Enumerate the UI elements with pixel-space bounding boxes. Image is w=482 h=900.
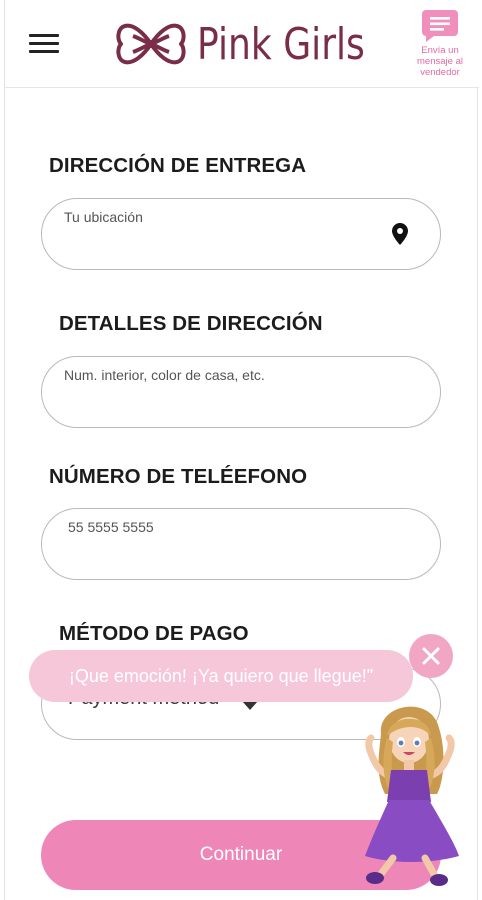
payment-method-title: MÉTODO DE PAGO [59,622,249,645]
address-details-input[interactable]: Num. interior, color de casa, etc. [41,356,441,428]
app-frame: Pink Girls Envía un mensaje al vendedor … [4,0,479,900]
address-details-title: DETALLES DE DIRECCIÓN [59,312,323,335]
menu-icon[interactable] [29,34,59,54]
bow-icon [116,23,186,65]
location-placeholder: Tu ubicación [64,209,143,225]
location-pin-icon[interactable] [392,223,408,245]
phone-placeholder: 55 5555 5555 [68,519,154,535]
phone-input[interactable]: 55 5555 5555 [41,508,441,580]
close-bubble-button[interactable] [409,634,453,678]
top-bar: Pink Girls Envía un mensaje al vendedor [5,0,479,88]
brand-logo[interactable]: Pink Girls [115,16,402,72]
message-seller-button[interactable]: Envía un mensaje al vendedor [409,8,471,84]
address-details-placeholder: Num. interior, color de casa, etc. [64,367,265,383]
mascot-girl-illustration [365,706,459,886]
message-seller-label: Envía un mensaje al vendedor [417,45,463,78]
location-input[interactable]: Tu ubicación [41,198,441,270]
brand-name: Pink Girls [197,18,365,70]
chat-icon [422,10,458,42]
delivery-address-title: DIRECCIÓN DE ENTREGA [49,154,307,177]
chevron-down-icon [242,701,258,710]
phone-title: NÚMERO DE TELÉEFONO [49,465,308,488]
close-icon [422,647,440,665]
